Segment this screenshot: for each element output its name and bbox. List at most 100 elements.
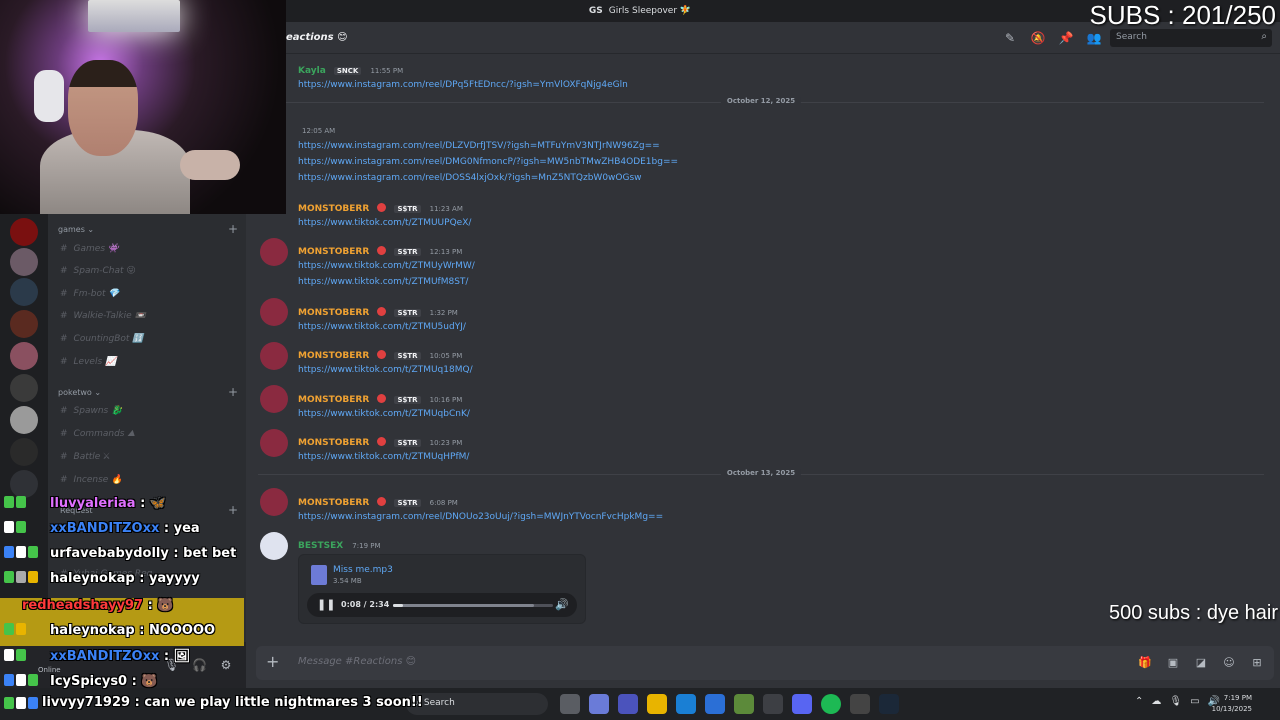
members-icon[interactable]: 👥	[1086, 30, 1102, 46]
channel-item[interactable]: # Spam-Chat 😜	[60, 266, 136, 276]
taskbar-app-icon[interactable]	[618, 694, 638, 714]
user-avatar[interactable]	[260, 429, 288, 457]
search-input[interactable]: Search ⌕	[1110, 29, 1272, 47]
server-icon[interactable]	[10, 406, 38, 434]
user-avatar[interactable]	[260, 342, 288, 370]
microphone	[34, 70, 64, 122]
message-link[interactable]: https://www.instagram.com/reel/DLZVDrfJT…	[298, 141, 678, 151]
message-link[interactable]: https://www.tiktok.com/t/ZTMU5udYJ/	[298, 322, 466, 332]
pause-icon[interactable]: ❚❚	[317, 598, 335, 611]
message-timestamp: 7:19 PM	[352, 542, 381, 550]
message-timestamp: 12:05 AM	[302, 127, 336, 135]
server-icon[interactable]	[10, 438, 38, 466]
pin-icon[interactable]: 📌	[1058, 30, 1074, 46]
store-icon[interactable]	[705, 694, 725, 714]
server-icon[interactable]	[10, 374, 38, 402]
server-icon[interactable]	[10, 310, 38, 338]
gif-icon[interactable]: ▣	[1166, 656, 1180, 669]
role-tag: S$TR	[394, 439, 421, 447]
audio-file-size: 3.54 MB	[333, 577, 362, 585]
audio-file-name[interactable]: Miss me.mp3	[333, 565, 393, 575]
volume-icon[interactable]: 🔊	[555, 598, 569, 611]
taskbar-search[interactable]: ⌕ Search	[406, 693, 548, 715]
steam-icon[interactable]	[879, 694, 899, 714]
user-avatar[interactable]	[260, 238, 288, 266]
taskbar-app-icon[interactable]	[589, 694, 609, 714]
sticker-icon[interactable]: ◪	[1194, 656, 1208, 669]
message-link[interactable]: https://www.tiktok.com/t/ZTMUfM8ST/	[298, 277, 475, 287]
user-avatar[interactable]	[260, 488, 288, 516]
spotify-icon[interactable]	[821, 694, 841, 714]
server-tag: GS	[588, 6, 603, 16]
message: MONSTOBERR S$TR 6:08 PM https://www.inst…	[298, 490, 663, 522]
add-channel-icon[interactable]: +	[228, 385, 238, 399]
server-icon[interactable]	[10, 278, 38, 306]
user-avatar[interactable]	[260, 532, 288, 560]
message: MONSTOBERR S$TR 10:16 PM https://www.tik…	[298, 387, 470, 419]
message-link[interactable]: https://www.tiktok.com/t/ZTMUq18MQ/	[298, 365, 473, 375]
emoji-icon[interactable]: ☺	[1222, 656, 1236, 669]
channel-item[interactable]: # Commands ⛰	[60, 429, 135, 439]
channel-item[interactable]: # CountingBot 🔢	[60, 334, 143, 344]
browser-icon[interactable]	[676, 694, 696, 714]
taskbar-app-icon[interactable]	[850, 694, 870, 714]
chat-line: lluvyaleriaa : 🦋	[0, 491, 260, 515]
taskbar-app-icon[interactable]	[560, 694, 580, 714]
chevron-up-icon[interactable]: ⌃	[1135, 696, 1143, 707]
user-avatar[interactable]	[260, 385, 288, 413]
message-link[interactable]: https://www.instagram.com/reel/DMG0Nfmon…	[298, 157, 678, 167]
apps-icon[interactable]: ⊞	[1250, 656, 1264, 669]
role-tag: S$TR	[394, 205, 421, 213]
category-games[interactable]: games ⌄	[58, 225, 94, 234]
user-avatar[interactable]	[260, 298, 288, 326]
message-timestamp: 12:13 PM	[429, 248, 463, 256]
chat-line: urfavebabydolly : bet bet	[0, 541, 260, 565]
message-link[interactable]: https://www.tiktok.com/t/ZTMUqHPfM/	[298, 452, 469, 462]
message-link[interactable]: https://www.tiktok.com/t/ZTMUUPQeX/	[298, 218, 471, 228]
message-link[interactable]: https://www.tiktok.com/t/ZTMUqbCnK/	[298, 409, 470, 419]
message-author[interactable]: MONSTOBERR	[298, 308, 369, 318]
add-channel-icon[interactable]: +	[228, 222, 238, 236]
taskbar-app-icon[interactable]	[763, 694, 783, 714]
server-icon[interactable]	[10, 342, 38, 370]
notifications-off-icon[interactable]: 🔕	[1030, 30, 1046, 46]
minecraft-icon[interactable]	[734, 694, 754, 714]
category-poketwo[interactable]: poketwo ⌄	[58, 388, 101, 397]
message-link[interactable]: https://www.instagram.com/reel/DPq5FtEDn…	[298, 80, 628, 90]
audio-time: 0:08 / 2:34	[341, 600, 390, 609]
network-icon[interactable]: ▭	[1190, 696, 1199, 707]
channel-item[interactable]: # Games 👾	[60, 244, 119, 254]
message-link[interactable]: https://www.instagram.com/reel/DOSS4lxjO…	[298, 173, 678, 183]
audio-seek-bar[interactable]	[393, 604, 553, 607]
message-author[interactable]: Kayla	[298, 66, 326, 76]
microphone-icon[interactable]: 🎙	[1169, 696, 1182, 707]
message-author[interactable]: MONSTOBERR	[298, 438, 369, 448]
message-link[interactable]: https://www.tiktok.com/t/ZTMUyWrMW/	[298, 261, 475, 271]
channel-item[interactable]: # Fm-bot 💎	[60, 289, 120, 299]
message-timestamp: 10:23 PM	[429, 439, 463, 447]
threads-icon[interactable]: ✎	[1002, 30, 1018, 46]
message-author[interactable]: MONSTOBERR	[298, 247, 369, 257]
channel-item[interactable]: # Incense 🔥	[60, 475, 122, 485]
server-icon[interactable]	[10, 248, 38, 276]
clock[interactable]: 7:19 PM 10/13/2025	[1212, 693, 1252, 715]
chat-line: haleynokap : yayyyy	[0, 566, 260, 590]
cloud-icon[interactable]: ☁	[1151, 696, 1161, 707]
add-attachment-icon[interactable]: +	[266, 652, 279, 671]
message-composer[interactable]: + Message #Reactions 😊 🎁 ▣ ◪ ☺ ⊞	[256, 646, 1274, 680]
folder-icon[interactable]	[647, 694, 667, 714]
channel-item[interactable]: # Walkie-Talkie 📼	[60, 311, 146, 321]
channel-item[interactable]: # Levels 📈	[60, 357, 116, 367]
gift-icon[interactable]: 🎁	[1138, 656, 1152, 669]
server-icon[interactable]	[10, 218, 38, 246]
message-link[interactable]: https://www.instagram.com/reel/DNOUo23oU…	[298, 512, 663, 522]
message-author[interactable]: MONSTOBERR	[298, 395, 369, 405]
channel-item[interactable]: # Spawns 🐉	[60, 406, 122, 416]
message-author[interactable]: BESTSEX	[298, 541, 343, 551]
message-author[interactable]: MONSTOBERR	[298, 498, 369, 508]
message-author[interactable]: MONSTOBERR	[298, 204, 369, 214]
channel-item[interactable]: # Battle ⚔	[60, 452, 110, 462]
message-author[interactable]: MONSTOBERR	[298, 351, 369, 361]
message: BESTSEX 7:19 PM	[298, 533, 381, 552]
discord-icon[interactable]	[792, 694, 812, 714]
